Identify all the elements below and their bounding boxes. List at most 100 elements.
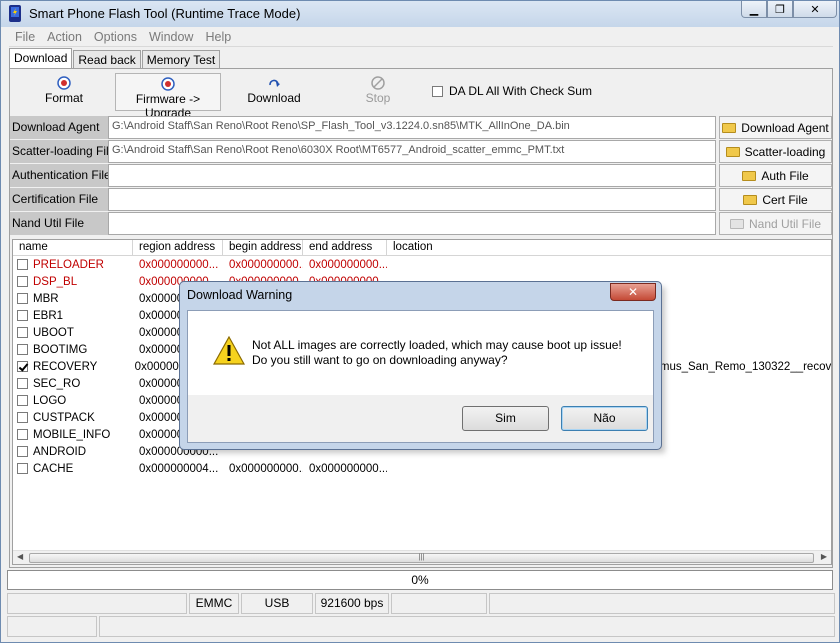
column-header-end-address[interactable]: end address [303,240,387,255]
partition-name: MOBILE_INFO [33,428,111,441]
column-header-name[interactable]: name [13,240,133,255]
dialog-title: Download Warning [187,288,293,302]
table-row[interactable]: PRELOADER 0x000000000... 0x000000000... 0x0… [13,256,831,273]
certification-field[interactable] [108,188,716,211]
authentication-row: Authentication File Auth File [10,164,832,187]
flash-tool-app-icon [9,5,21,22]
partition-name-cell: MBR [13,293,133,305]
yes-button[interactable]: Sim [462,406,549,431]
partition-name: PRELOADER [33,258,104,271]
partition-name: LOGO [33,394,67,407]
region-address-cell: 0x000000000... [139,258,219,271]
tab-download[interactable]: Download [9,48,73,69]
status-cell-empty [489,593,835,614]
partition-name-cell: RECOVERY [13,361,129,373]
partition-checkbox[interactable] [17,463,28,474]
scroll-right-icon[interactable]: ▶ [821,552,827,561]
begin-address-cell: 0x000000000... [229,258,303,271]
auth-file-button[interactable]: Auth File [719,164,832,187]
download-agent-button[interactable]: Download Agent [719,116,832,139]
menu-file[interactable]: File [9,30,41,44]
partition-checkbox[interactable] [17,310,28,321]
scatter-loading-row: Scatter-loading File G:\Android Staff\Sa… [10,140,832,163]
maximize-button[interactable]: ❐ [767,1,793,18]
checksum-checkbox[interactable] [432,85,443,97]
partition-checkbox[interactable] [17,446,28,457]
download-agent-label: Download Agent [10,116,108,139]
dialog-message-line-1: Not ALL images are correctly loaded, whi… [252,338,622,352]
status-bar: EMMC USB 921600 bps [7,593,835,639]
firmware-upgrade-icon [161,77,175,91]
partition-name: EBR1 [33,309,64,322]
cert-file-button[interactable]: Cert File [719,188,832,211]
folder-open-icon [742,170,757,181]
menu-action[interactable]: Action [41,30,88,44]
scatter-loading-field[interactable]: G:\Android Staff\San Reno\Root Reno\6030… [108,140,716,163]
warning-icon [213,336,245,365]
column-header-begin-address[interactable]: begin address [223,240,303,255]
dialog-message-line-2: Do you still want to go on downloading a… [252,353,508,367]
tab-read-back[interactable]: Read back [73,50,141,69]
table-header: name region address begin address end ad… [13,240,831,256]
table-row[interactable]: CACHE 0x000000004... 0x000000000... 0x00000… [13,460,831,477]
partition-checkbox[interactable] [17,361,28,372]
nand-util-button-label: Nand Util File [748,216,822,231]
status-port: USB [241,593,313,614]
authentication-field[interactable] [108,164,716,187]
close-button[interactable]: ✕ [793,1,837,18]
partition-checkbox[interactable] [17,327,28,338]
partition-checkbox[interactable] [17,293,28,304]
partition-name-cell: DSP_BL [13,276,133,288]
partition-name-cell: MOBILE_INFO [13,429,133,441]
scatter-loading-button[interactable]: Scatter-loading [719,140,832,163]
certification-row: Certification File Cert File [10,188,832,211]
end-address-cell: 0x000000000... [309,258,387,271]
partition-name-cell: ANDROID [13,446,133,458]
menu-options[interactable]: Options [88,30,143,44]
menu-help[interactable]: Help [199,30,237,44]
dialog-message: Not ALL images are correctly loaded, whi… [252,338,622,368]
download-agent-field[interactable]: G:\Android Staff\San Reno\Root Reno\SP_F… [108,116,716,139]
status-cell-empty [99,616,835,637]
partition-name-cell: EBR1 [13,310,133,322]
tab-memory-test[interactable]: Memory Test [141,50,221,69]
nand-util-field[interactable] [108,212,716,235]
partition-checkbox[interactable] [17,429,28,440]
status-baud-rate: 921600 bps [315,593,389,614]
title-bar[interactable]: Smart Phone Flash Tool (Runtime Trace Mo… [1,1,839,27]
dialog-close-button[interactable]: ✕ [610,283,656,301]
download-agent-button-label: Download Agent [741,120,829,135]
folder-open-icon [725,146,740,157]
no-button[interactable]: Não [561,406,648,431]
partition-checkbox[interactable] [17,276,28,287]
partition-checkbox[interactable] [17,378,28,389]
nand-util-button[interactable]: Nand Util File [719,212,832,235]
partition-name: ANDROID [33,445,87,458]
firmware-upgrade-button[interactable]: Firmware -> Upgrade [115,73,221,120]
end-address-cell: 0x000000000... [309,462,387,475]
status-memory-type: EMMC [189,593,239,614]
checksum-option[interactable]: DA DL All With Check Sum [432,84,592,98]
stop-button[interactable]: Stop [340,73,416,111]
partition-checkbox[interactable] [17,412,28,423]
column-header-region-address[interactable]: region address [133,240,223,255]
partition-name-cell: SEC_RO [13,378,133,390]
scroll-left-icon[interactable]: ◀ [17,552,23,561]
menu-bar: File Action Options Window Help [9,27,833,47]
partition-checkbox[interactable] [17,344,28,355]
partition-name: BOOTIMG [33,343,88,356]
download-button[interactable]: Download [232,73,316,111]
partition-name: RECOVERY [33,360,98,373]
scrollbar-thumb[interactable]: ||| [29,553,814,563]
menu-window[interactable]: Window [143,30,199,44]
checksum-label: DA DL All With Check Sum [449,84,592,98]
partition-checkbox[interactable] [17,259,28,270]
horizontal-scrollbar[interactable]: ◀ ||| ▶ [13,550,831,564]
minimize-button[interactable]: ▁ [741,1,767,18]
scatter-loading-button-label: Scatter-loading [744,144,826,159]
column-header-location[interactable]: location [387,240,587,255]
partition-checkbox[interactable] [17,395,28,406]
status-cell-empty [7,593,187,614]
format-button[interactable]: Format [20,73,108,111]
region-address-cell: 0x000000004... [139,462,219,475]
